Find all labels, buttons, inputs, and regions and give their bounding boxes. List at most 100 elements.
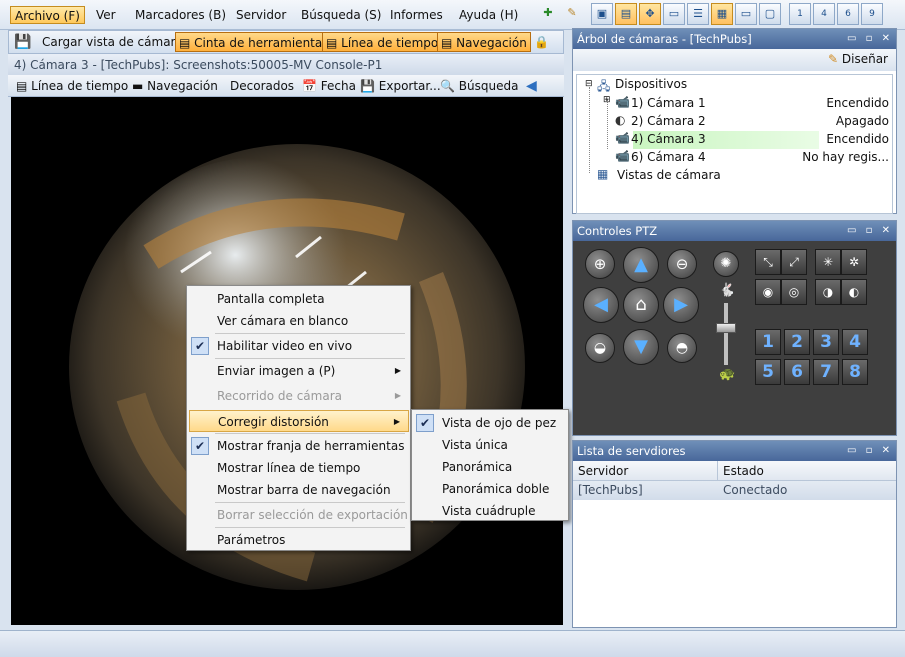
window-icon[interactable]: ▭ <box>663 3 685 25</box>
expand-icon[interactable]: ⊞ <box>603 95 611 105</box>
preset-7[interactable]: 7 <box>813 359 839 385</box>
table-row[interactable]: [TechPubs] Conectado <box>573 481 896 500</box>
load-view-dropdown[interactable]: Cargar vista de cámara ▼ <box>39 32 196 52</box>
search-button[interactable]: 🔍 Búsqueda <box>440 77 518 95</box>
camera-status: No hay regis... <box>802 150 889 164</box>
collapse-icon[interactable]: ⊟ <box>585 79 593 89</box>
timeline-toggle[interactable]: ▤ Línea de tiempo <box>322 32 443 52</box>
iris-small-icon[interactable]: ◎ <box>781 279 807 305</box>
window-3-icon[interactable]: ▢ <box>759 3 781 25</box>
menu-show-strip[interactable]: ✔ Mostrar franja de herramientas <box>187 435 409 457</box>
preset-3[interactable]: 3 <box>813 329 839 355</box>
view-timeline-button[interactable]: ▤ Línea de tiempo <box>16 77 128 95</box>
contrast-small-icon[interactable]: ◐ <box>841 279 867 305</box>
back-arrow-icon[interactable]: ◀ <box>526 77 537 95</box>
server-list-header: Lista de servdiores ▭ ▫ ✕ <box>573 441 896 461</box>
menu-archivo[interactable]: Archivo (F) <box>10 6 85 24</box>
tree-views-row[interactable]: ▦ Vistas de cámara <box>585 167 875 185</box>
design-button[interactable]: ✎ Diseñar <box>828 52 888 66</box>
status-bar <box>0 630 905 657</box>
zoom-out-icon[interactable]: ⊖ <box>667 249 697 279</box>
iris-icon[interactable]: ◉ <box>755 279 781 305</box>
contrast-icon[interactable]: ◑ <box>815 279 841 305</box>
focus-near-icon[interactable]: ✳ <box>815 249 841 275</box>
iris-close-icon[interactable]: ◓ <box>667 333 697 363</box>
edit-icon[interactable]: ✎ <box>561 3 583 25</box>
camera-icon: 📹 <box>615 131 630 145</box>
submenu-double-panoramic[interactable]: Panorámica doble <box>412 478 568 500</box>
layout-grid-icon[interactable]: ▤ <box>615 3 637 25</box>
menu-send-image[interactable]: Enviar imagen a (P) ▶ <box>187 360 409 382</box>
layout-6-icon[interactable]: 6 <box>837 3 859 25</box>
iris-open-icon[interactable]: ◒ <box>585 333 615 363</box>
submenu-fisheye[interactable]: ✔ Vista de ojo de pez <box>412 412 568 434</box>
panel-controls-icon[interactable]: ▭ ▫ ✕ <box>847 29 893 49</box>
export-button[interactable]: 💾 Exportar... <box>360 77 441 95</box>
focus-far-icon[interactable]: ✲ <box>841 249 867 275</box>
panel-controls-icon[interactable]: ▭ ▫ ✕ <box>847 221 893 241</box>
arrow-up-icon[interactable]: ▲ <box>623 247 659 283</box>
tree-camera-row-selected[interactable]: 📹 4) Cámara 3 Encendido <box>603 131 893 149</box>
arrow-right-icon[interactable]: ▶ <box>663 287 699 323</box>
submenu-panoramic[interactable]: Panorámica <box>412 456 568 478</box>
menu-parameters[interactable]: Parámetros <box>187 529 409 551</box>
list-icon[interactable]: ☰ <box>687 3 709 25</box>
layout-active-icon[interactable]: ▦ <box>711 3 733 25</box>
arrow-down-icon[interactable]: ▼ <box>623 329 659 365</box>
layout-9-icon[interactable]: 9 <box>861 3 883 25</box>
speed-slider-thumb[interactable] <box>716 323 736 333</box>
menu-marcadores[interactable]: Marcadores (B) <box>131 6 230 24</box>
turtle-icon: 🐢 <box>719 367 736 382</box>
add-icon[interactable]: ✚ <box>537 3 559 25</box>
column-header[interactable]: Estado <box>723 464 764 478</box>
menu-ver[interactable]: Ver <box>92 6 120 24</box>
layout-4-icon[interactable]: 4 <box>813 3 835 25</box>
tree-camera-row[interactable]: ◐ 2) Cámara 2 Apagado <box>603 113 893 131</box>
preset-2[interactable]: 2 <box>784 329 810 355</box>
save-icon[interactable]: 💾 <box>11 32 34 52</box>
preset-6[interactable]: 6 <box>784 359 810 385</box>
decorated-button[interactable]: Decorados <box>230 77 294 95</box>
tele-icon[interactable]: ⤢ <box>781 249 807 275</box>
checkmark-icon: ✔ <box>191 337 209 355</box>
strip-toggle[interactable]: ▤ Cinta de herramientas <box>175 32 333 52</box>
menu-busqueda[interactable]: Búsqueda (S) <box>297 6 385 24</box>
navigation-toggle[interactable]: ▤ Navegación <box>437 32 531 52</box>
wide-icon[interactable]: ⤡ <box>755 249 781 275</box>
camera-name: 4) Cámara 3 <box>631 132 706 146</box>
home-icon[interactable]: ⌂ <box>623 287 659 323</box>
auto-focus-icon[interactable]: ✺ <box>713 251 739 277</box>
menu-dewarp[interactable]: Corregir distorsión ▶ <box>189 410 409 432</box>
camera-tree: ⊟ 🖧 Dispositivos ⊞ 📹 1) Cámara 1 Encendi… <box>576 74 893 214</box>
menu-show-navbar[interactable]: Mostrar barra de navegación <box>187 479 409 501</box>
speed-slider-track[interactable] <box>724 303 728 365</box>
server-list-title: Lista de servdiores <box>577 444 686 458</box>
preset-8[interactable]: 8 <box>842 359 868 385</box>
window-2-icon[interactable]: ▭ <box>735 3 757 25</box>
menu-live-video[interactable]: ✔ Habilitar video en vivo <box>187 335 409 357</box>
layout-1-icon[interactable]: 1 <box>789 3 811 25</box>
preset-5[interactable]: 5 <box>755 359 781 385</box>
tree-camera-row[interactable]: 📹 6) Cámara 4 No hay regis... <box>603 149 893 167</box>
date-button[interactable]: 📅 Fecha <box>302 77 356 95</box>
preset-1[interactable]: 1 <box>755 329 781 355</box>
strip-label: Cinta de herramientas <box>194 36 329 50</box>
menu-informes[interactable]: Informes <box>386 6 447 24</box>
move-icon[interactable]: ✥ <box>639 3 661 25</box>
menu-fullscreen[interactable]: Pantalla completa <box>187 288 409 310</box>
submenu-single[interactable]: Vista única <box>412 434 568 456</box>
view-navigation-button[interactable]: ▬ Navegación <box>132 77 218 95</box>
menu-servidor[interactable]: Servidor <box>232 6 290 24</box>
menu-blank-camera[interactable]: Ver cámara en blanco <box>187 310 409 332</box>
column-header[interactable]: Servidor <box>578 464 628 478</box>
tree-camera-row[interactable]: ⊞ 📹 1) Cámara 1 Encendido <box>603 95 893 113</box>
submenu-quad[interactable]: Vista cuádruple <box>412 500 568 522</box>
lock-icon[interactable]: 🔒 <box>531 32 552 52</box>
monitor-icon[interactable]: ▣ <box>591 3 613 25</box>
menu-show-timeline[interactable]: Mostrar línea de tiempo <box>187 457 409 479</box>
preset-4[interactable]: 4 <box>842 329 868 355</box>
menu-ayuda[interactable]: Ayuda (H) <box>455 6 522 24</box>
panel-controls-icon[interactable]: ▭ ▫ ✕ <box>847 441 893 461</box>
arrow-left-icon[interactable]: ◀ <box>583 287 619 323</box>
zoom-in-icon[interactable]: ⊕ <box>585 249 615 279</box>
